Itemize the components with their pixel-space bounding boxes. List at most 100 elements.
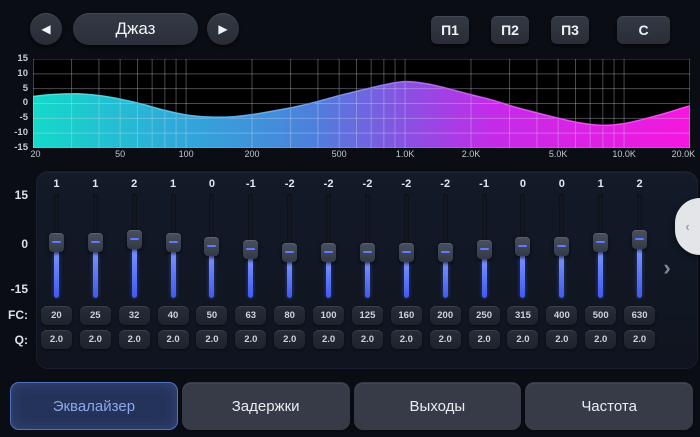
band-gain-slider[interactable] — [202, 194, 222, 298]
tab-equalizer[interactable]: Эквалайзер — [10, 382, 178, 430]
band-q-button[interactable]: 2.0 — [352, 330, 383, 349]
slider-fill — [287, 260, 292, 298]
tab-outputs[interactable]: Выходы — [354, 382, 522, 430]
slider-fill — [365, 260, 370, 298]
gain-scale-min-label: -15 — [0, 282, 28, 296]
preset-memory-button-2[interactable]: П2 — [491, 16, 529, 44]
band-q-button[interactable]: 2.0 — [391, 330, 422, 349]
band-gain-slider[interactable] — [435, 194, 455, 298]
more-bands-button[interactable]: › — [657, 254, 677, 282]
band-fc-button[interactable]: 25 — [80, 306, 111, 325]
x-tick-label: 50 — [115, 149, 125, 159]
previous-preset-button[interactable]: ◀ — [30, 13, 62, 45]
slider-thumb[interactable] — [515, 237, 530, 256]
band-gain-slider[interactable] — [163, 194, 183, 298]
slider-fill — [482, 257, 487, 299]
slider-thumb[interactable] — [282, 243, 297, 262]
band-q-button[interactable]: 2.0 — [274, 330, 305, 349]
band-fc-button[interactable]: 500 — [585, 306, 616, 325]
slider-thumb[interactable] — [477, 240, 492, 259]
slider-thumb[interactable] — [127, 230, 142, 249]
band-gain-slider[interactable] — [85, 194, 105, 298]
chevron-left-icon: ‹ — [685, 219, 689, 234]
slider-thumb[interactable] — [49, 233, 64, 252]
band-gain-slider[interactable] — [124, 194, 144, 298]
band-fc-button[interactable]: 50 — [196, 306, 227, 325]
slider-thumb[interactable] — [593, 233, 608, 252]
slider-thumb[interactable] — [632, 230, 647, 249]
eq-band-63: -1632.0 — [231, 174, 270, 352]
band-fc-button[interactable]: 315 — [507, 306, 538, 325]
band-q-button[interactable]: 2.0 — [469, 330, 500, 349]
slider-thumb[interactable] — [321, 243, 336, 262]
reset-button[interactable]: C — [617, 16, 670, 44]
slider-thumb[interactable] — [438, 243, 453, 262]
band-fc-button[interactable]: 100 — [313, 306, 344, 325]
band-q-button[interactable]: 2.0 — [196, 330, 227, 349]
band-fc-button[interactable]: 630 — [624, 306, 655, 325]
band-fc-button[interactable]: 80 — [274, 306, 305, 325]
band-q-button[interactable]: 2.0 — [624, 330, 655, 349]
next-preset-button[interactable]: ▶ — [207, 13, 239, 45]
preset-memory-button-3[interactable]: П3 — [551, 16, 589, 44]
band-gain-value: -2 — [363, 174, 373, 194]
preset-name-display[interactable]: Джаз — [73, 13, 198, 45]
band-q-button[interactable]: 2.0 — [430, 330, 461, 349]
band-fc-button[interactable]: 250 — [469, 306, 500, 325]
band-q-button[interactable]: 2.0 — [507, 330, 538, 349]
band-gain-slider[interactable] — [396, 194, 416, 298]
band-fc-button[interactable]: 40 — [158, 306, 189, 325]
band-gain-value: 0 — [520, 174, 526, 194]
band-q-button[interactable]: 2.0 — [585, 330, 616, 349]
eq-band-32: 2322.0 — [115, 174, 154, 352]
band-gain-slider[interactable] — [241, 194, 261, 298]
slider-thumb[interactable] — [166, 233, 181, 252]
band-fc-button[interactable]: 200 — [430, 306, 461, 325]
slider-fill — [520, 253, 525, 298]
band-q-button[interactable]: 2.0 — [41, 330, 72, 349]
band-q-button[interactable]: 2.0 — [119, 330, 150, 349]
band-gain-value: -2 — [440, 174, 450, 194]
eq-band-630: 2 630 2.0 — [620, 174, 659, 352]
slider-fill — [132, 246, 137, 298]
slider-fill — [443, 260, 448, 298]
slider-fill — [93, 250, 98, 299]
slider-fill — [248, 257, 253, 299]
band-gain-slider[interactable] — [552, 194, 572, 298]
band-gain-slider[interactable] — [591, 194, 611, 298]
band-gain-slider[interactable] — [513, 194, 533, 298]
slider-thumb[interactable] — [554, 237, 569, 256]
slider-thumb[interactable] — [243, 240, 258, 259]
band-fc-button[interactable]: 125 — [352, 306, 383, 325]
tab-frequency[interactable]: Частота — [525, 382, 693, 430]
band-gain-slider[interactable] — [474, 194, 494, 298]
slider-thumb[interactable] — [360, 243, 375, 262]
x-tick-label: 500 — [332, 149, 347, 159]
band-gain-slider[interactable] — [46, 194, 66, 298]
x-tick-label: 200 — [244, 149, 259, 159]
tab-delays[interactable]: Задержки — [182, 382, 350, 430]
band-q-button[interactable]: 2.0 — [235, 330, 266, 349]
band-fc-button[interactable]: 32 — [119, 306, 150, 325]
band-q-button[interactable]: 2.0 — [80, 330, 111, 349]
eq-band-20: 1202.0 — [37, 174, 76, 352]
band-fc-button[interactable]: 400 — [546, 306, 577, 325]
eq-band-200: -2 200 2.0 — [426, 174, 465, 352]
next-arrow-icon: ▶ — [218, 22, 227, 36]
slider-thumb[interactable] — [88, 233, 103, 252]
slider-thumb[interactable] — [399, 243, 414, 262]
band-q-button[interactable]: 2.0 — [546, 330, 577, 349]
response-area-fill — [33, 82, 690, 148]
band-fc-button[interactable]: 20 — [41, 306, 72, 325]
band-gain-slider[interactable] — [319, 194, 339, 298]
band-gain-value: 2 — [637, 174, 643, 194]
preset-memory-button-1[interactable]: П1 — [431, 16, 469, 44]
band-fc-button[interactable]: 63 — [235, 306, 266, 325]
band-q-button[interactable]: 2.0 — [313, 330, 344, 349]
band-gain-slider[interactable] — [357, 194, 377, 298]
band-q-button[interactable]: 2.0 — [158, 330, 189, 349]
band-gain-slider[interactable] — [630, 194, 650, 298]
band-gain-slider[interactable] — [280, 194, 300, 298]
slider-thumb[interactable] — [204, 237, 219, 256]
band-fc-button[interactable]: 160 — [391, 306, 422, 325]
